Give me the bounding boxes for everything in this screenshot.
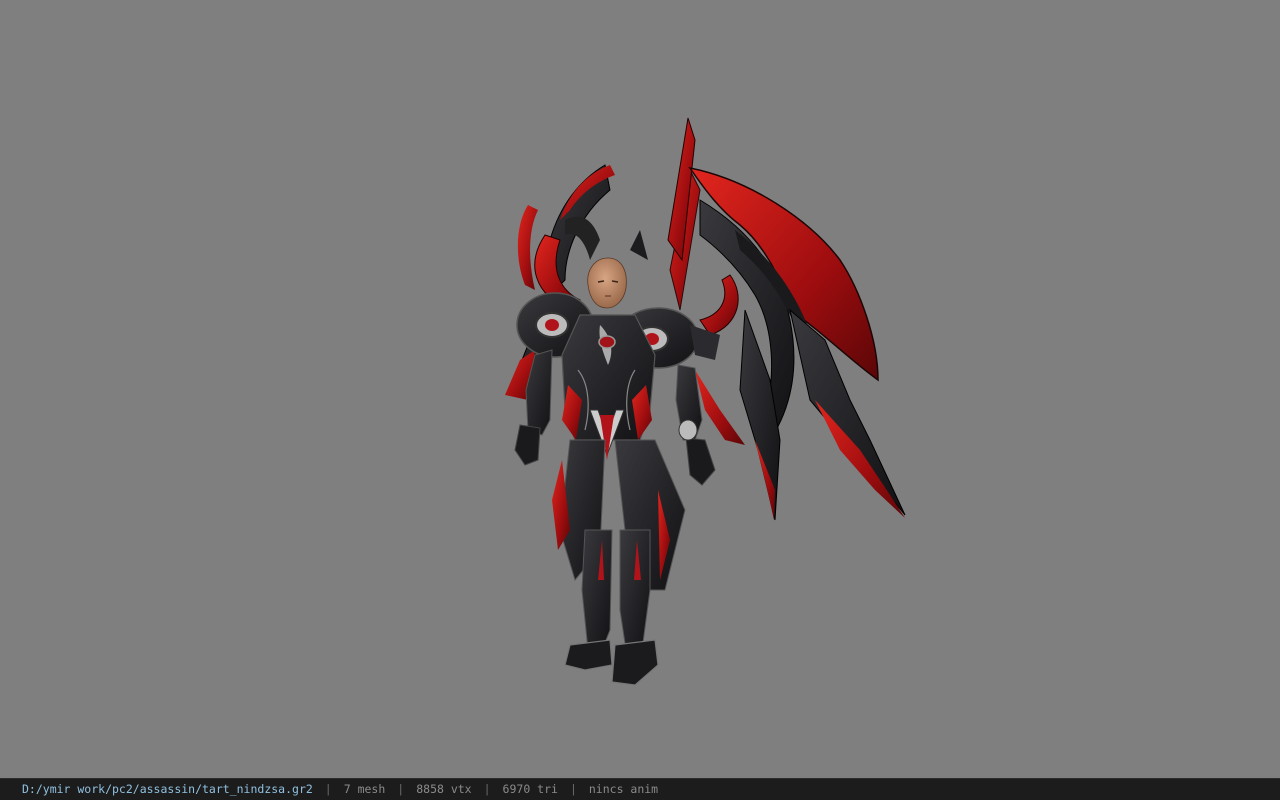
separator: | [397, 782, 405, 796]
character-head [587, 257, 627, 309]
right-horn [699, 274, 739, 336]
3d-viewport[interactable] [0, 0, 1280, 778]
mesh-count: 7 mesh [343, 782, 386, 796]
coat-tails [552, 439, 686, 591]
status-bar: D:/ymir work/pc2/assassin/tart_nindzsa.g… [0, 778, 1280, 800]
character-model[interactable] [490, 110, 920, 695]
separator: | [324, 782, 332, 796]
animation-status: nincs anim [588, 782, 659, 796]
vertex-count: 8858 vtx [416, 782, 472, 796]
torso-armor [561, 314, 656, 460]
separator: | [569, 782, 577, 796]
file-path: D:/ymir work/pc2/assassin/tart_nindzsa.g… [22, 782, 313, 796]
triangle-count: 6970 tri [502, 782, 558, 796]
separator: | [483, 782, 491, 796]
